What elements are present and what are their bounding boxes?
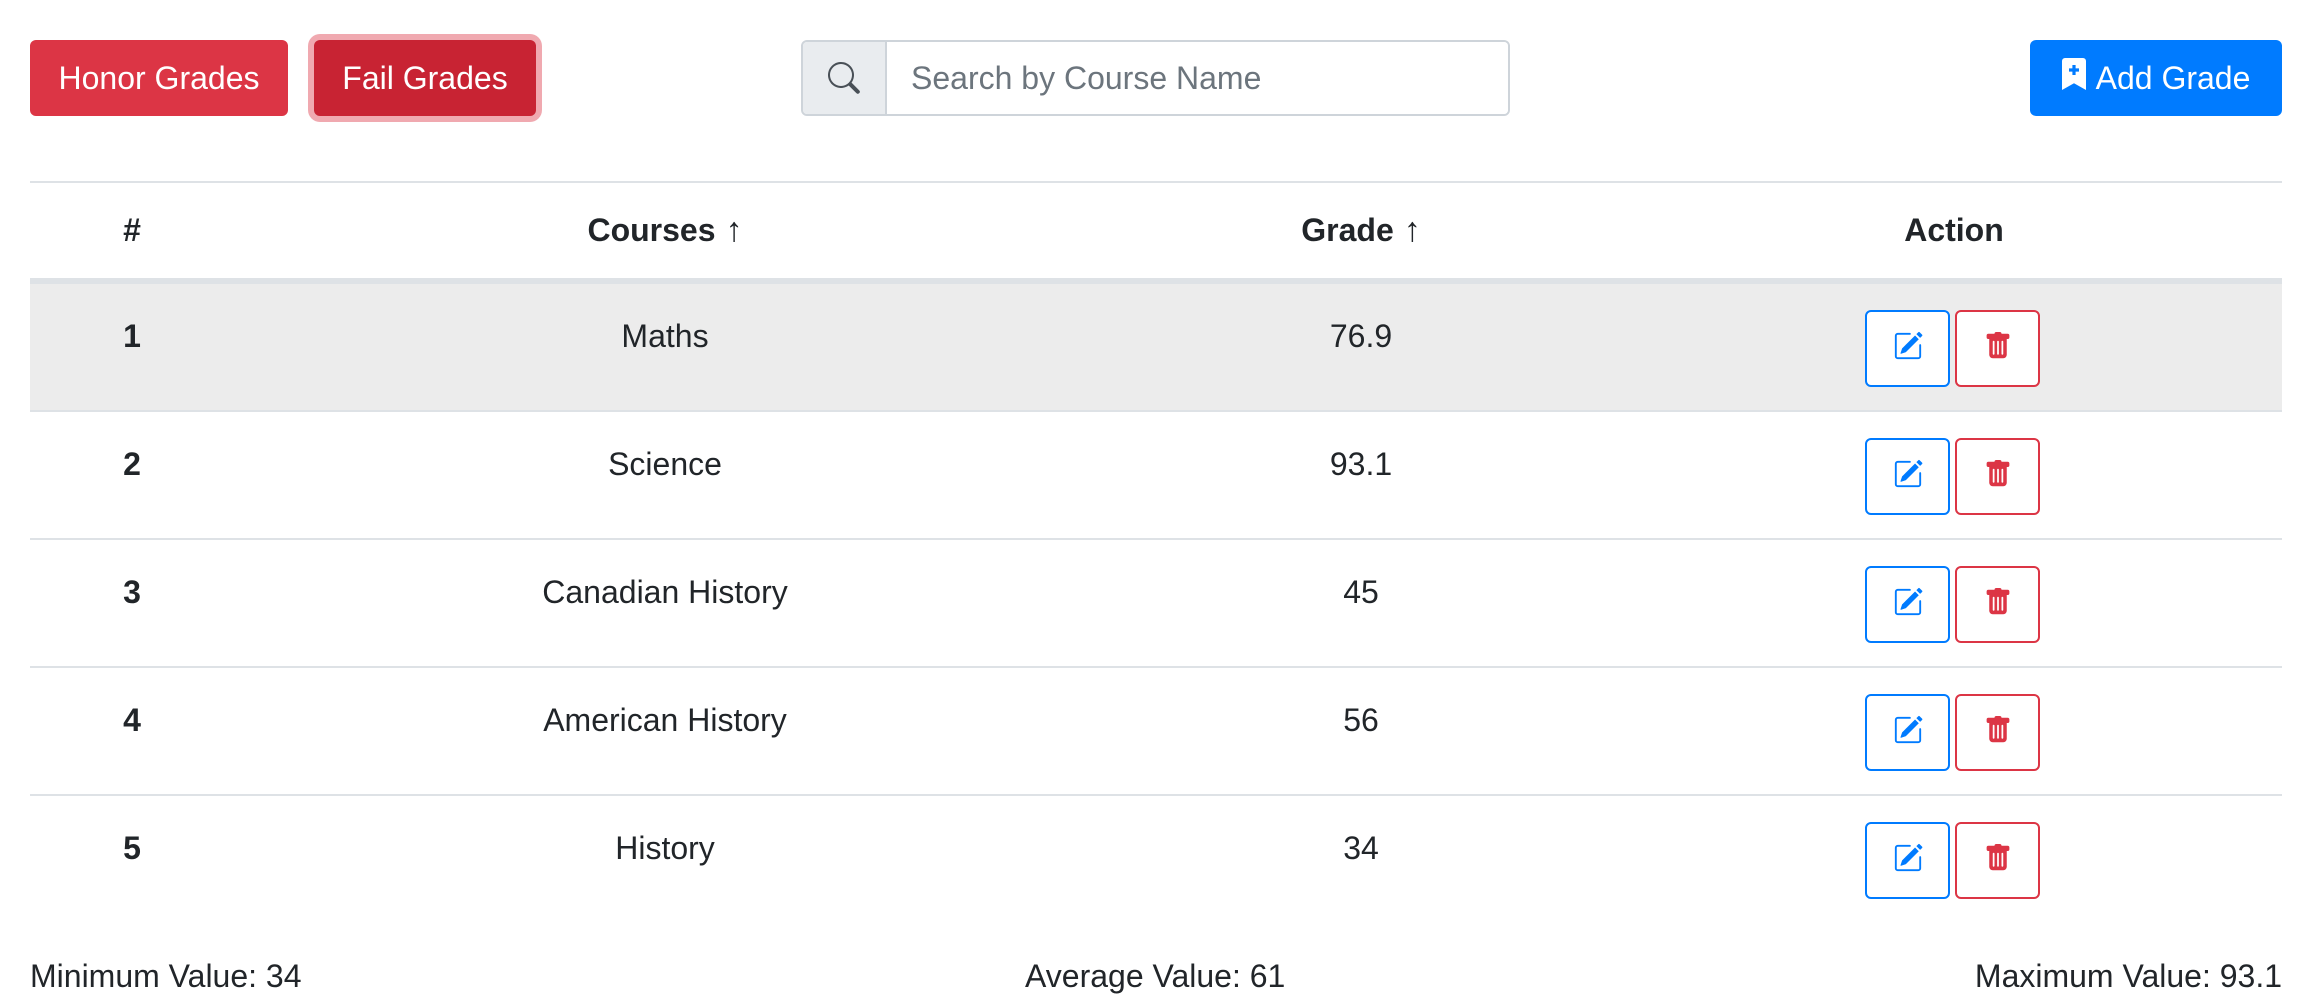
grades-table: # Courses ↑ Grade ↑ Action 1 Maths 76.9 2 Sc…	[30, 181, 2282, 922]
row-number: 2	[123, 446, 141, 482]
header-action: Action	[1904, 212, 2004, 248]
trash-icon	[1984, 715, 2012, 750]
action-buttons	[1865, 822, 2040, 899]
pencil-square-icon	[1893, 331, 1923, 366]
minimum-value: Minimum Value: 34	[30, 958, 302, 994]
grade-value: 93.1	[1329, 446, 1393, 482]
course-name: American History	[543, 702, 787, 738]
maximum-value: Maximum Value: 93.1	[1974, 958, 2282, 994]
arrow-up-icon: ↑	[725, 211, 743, 249]
header-number: #	[123, 212, 141, 248]
row-number: 3	[123, 574, 141, 610]
table-row: 3 Canadian History 45	[30, 538, 2282, 666]
edit-button[interactable]	[1865, 822, 1950, 899]
grade-value: 76.9	[1329, 318, 1393, 354]
table-row: 1 Maths 76.9	[30, 282, 2282, 410]
search-input[interactable]	[887, 42, 1508, 114]
add-grade-button[interactable]: Add Grade	[2030, 40, 2282, 116]
pencil-square-icon	[1893, 459, 1923, 494]
table-row: 2 Science 93.1	[30, 410, 2282, 538]
course-name: Maths	[621, 318, 709, 354]
action-buttons	[1865, 310, 2040, 387]
table-row: 5 History 34	[30, 794, 2282, 922]
action-buttons	[1865, 566, 2040, 643]
row-number: 4	[123, 702, 141, 738]
delete-button[interactable]	[1955, 822, 2040, 899]
trash-icon	[1984, 843, 2012, 878]
trash-icon	[1984, 459, 2012, 494]
action-buttons	[1865, 694, 2040, 771]
fail-grades-label: Fail Grades	[342, 59, 508, 96]
honor-grades-button[interactable]: Honor Grades	[30, 40, 288, 116]
row-number: 5	[123, 830, 141, 866]
grade-value: 56	[1343, 702, 1379, 738]
action-buttons	[1865, 438, 2040, 515]
trash-icon	[1984, 587, 2012, 622]
pencil-square-icon	[1893, 587, 1923, 622]
grade-value: 34	[1343, 830, 1379, 866]
header-grade-label: Grade	[1301, 212, 1394, 248]
trash-icon	[1984, 331, 2012, 366]
course-name: Canadian History	[542, 574, 788, 610]
grade-value: 45	[1343, 574, 1379, 610]
header-courses-label: Courses	[587, 212, 716, 248]
edit-button[interactable]	[1865, 438, 1950, 515]
delete-button[interactable]	[1955, 438, 2040, 515]
row-number: 1	[123, 318, 141, 354]
add-grade-label: Add Grade	[2095, 59, 2251, 96]
course-name: Science	[608, 446, 722, 482]
delete-button[interactable]	[1955, 694, 2040, 771]
fail-grades-button[interactable]: Fail Grades	[314, 40, 536, 116]
header-courses[interactable]: Courses ↑	[234, 183, 1096, 278]
course-name: History	[615, 830, 715, 866]
edit-button[interactable]	[1865, 566, 1950, 643]
edit-button[interactable]	[1865, 694, 1950, 771]
pencil-square-icon	[1893, 843, 1923, 878]
honor-grades-label: Honor Grades	[58, 59, 260, 96]
arrow-up-icon: ↑	[1403, 211, 1421, 249]
table-row: 4 American History 56	[30, 666, 2282, 794]
average-value: Average Value: 61	[1025, 958, 1286, 994]
table-header-row: # Courses ↑ Grade ↑ Action	[30, 183, 2282, 282]
edit-button[interactable]	[1865, 310, 1950, 387]
search-box	[801, 40, 1510, 116]
header-grade[interactable]: Grade ↑	[1096, 183, 1626, 278]
search-icon	[803, 42, 887, 114]
pencil-square-icon	[1893, 715, 1923, 750]
delete-button[interactable]	[1955, 310, 2040, 387]
bookmark-plus-icon	[2061, 58, 2096, 98]
delete-button[interactable]	[1955, 566, 2040, 643]
